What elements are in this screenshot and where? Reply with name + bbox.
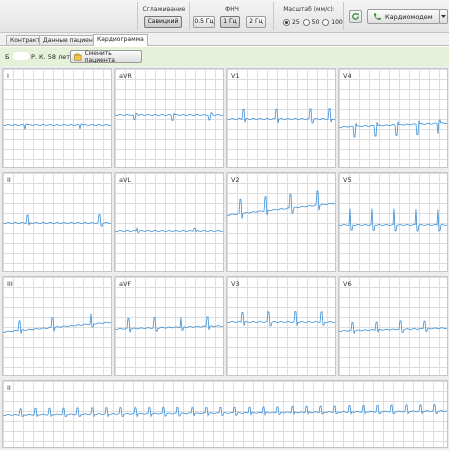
dropdown-arrow-icon: [441, 14, 446, 18]
patient-bar: Б Р. К. 58 лет Сменить пациента: [0, 47, 449, 67]
ecg-trace-v6: [339, 320, 447, 334]
ecg-trace-i: [3, 123, 111, 130]
ecg-panel-v1: V1: [226, 68, 336, 168]
change-patient-button[interactable]: Сменить пациента: [70, 49, 142, 64]
ecg-panel-avf: aVF: [114, 276, 224, 376]
phone-icon: [373, 12, 381, 20]
ecg-trace-rhythm: [3, 404, 447, 418]
patient-name: Р. К. 58 лет: [31, 53, 71, 61]
ecg-trace-ii: [3, 214, 111, 227]
scale-group: Масштаб (мм/с): 25 50 100: [273, 2, 344, 30]
scale-100-radio[interactable]: [322, 19, 330, 26]
ecg-trace-avr: [115, 112, 223, 121]
ecg-rhythm-strip: II: [2, 380, 448, 448]
ecg-trace-v1: [227, 108, 335, 124]
smoothing-group: Сглаживание Савицкий: [137, 2, 190, 30]
cardiomodem-label: Кардиомодем: [385, 12, 433, 21]
hpf-0-5-button[interactable]: 0.5 Гц: [193, 16, 215, 28]
ecg-panel-v4: V4: [338, 68, 448, 168]
patient-name-mask: [13, 52, 29, 60]
ecg-trace-iii: [3, 313, 111, 334]
smoothing-label: Сглаживание: [142, 6, 186, 13]
ecg-grid: IaVR V1 V4 II aVL V2 V5 III aVF V3 V6 II: [0, 66, 449, 450]
scale-25-radio[interactable]: [283, 19, 290, 26]
toolbar: Сглаживание Савицкий ФНЧ 0.5 Гц 1 Гц 2 Г…: [0, 0, 449, 33]
ecg-panel-avl: aVL: [114, 172, 224, 272]
ecg-trace-v4: [339, 119, 447, 138]
smoothing-savitzky-button[interactable]: Савицкий: [144, 16, 182, 28]
tab-cardiogram[interactable]: Кардиограмма: [93, 34, 148, 46]
ecg-panel-ii: II: [2, 172, 112, 272]
cardiomodem-button[interactable]: Кардиомодем: [367, 9, 440, 24]
tab-bar: Контракт Данные пациента Кардиограмма: [0, 33, 449, 46]
ecg-panel-v6: V6: [338, 276, 448, 376]
ecg-panel-i: I: [2, 68, 112, 168]
ecg-panel-avr: aVR: [114, 68, 224, 168]
ecg-trace-v3: [227, 310, 335, 327]
hpf-label: ФНЧ: [225, 6, 239, 13]
ecg-panel-iii: III: [2, 276, 112, 376]
scale-25-label: 25: [292, 19, 300, 26]
change-patient-icon: [74, 53, 82, 61]
hpf-group: ФНЧ 0.5 Гц 1 Гц 2 Гц: [189, 2, 274, 30]
ecg-trace-v2: [227, 190, 335, 219]
ecg-panel-v5: V5: [338, 172, 448, 272]
change-patient-label: Сменить пациента: [84, 49, 115, 64]
scale-50-radio[interactable]: [302, 19, 310, 26]
scale-50-label: 50: [311, 19, 320, 26]
ecg-trace-v5: [339, 208, 447, 232]
ecg-panel-v2: V2: [226, 172, 336, 272]
scale-100-label: 100: [331, 19, 343, 26]
refresh-button[interactable]: [349, 10, 362, 23]
ecg-trace-avl: [115, 227, 223, 234]
ecg-trace-avf: [115, 316, 223, 333]
hpf-1-button[interactable]: 1 Гц: [220, 16, 240, 28]
ecg-panel-v3: V3: [226, 276, 336, 376]
scale-options: 25 50 100: [280, 19, 343, 26]
patient-initial: Б: [5, 53, 10, 61]
scale-label: Масштаб (мм/с):: [283, 6, 335, 13]
refresh-icon: [352, 12, 359, 20]
hpf-2-button[interactable]: 2 Гц: [246, 16, 266, 28]
device-dropdown-button[interactable]: [439, 9, 448, 24]
